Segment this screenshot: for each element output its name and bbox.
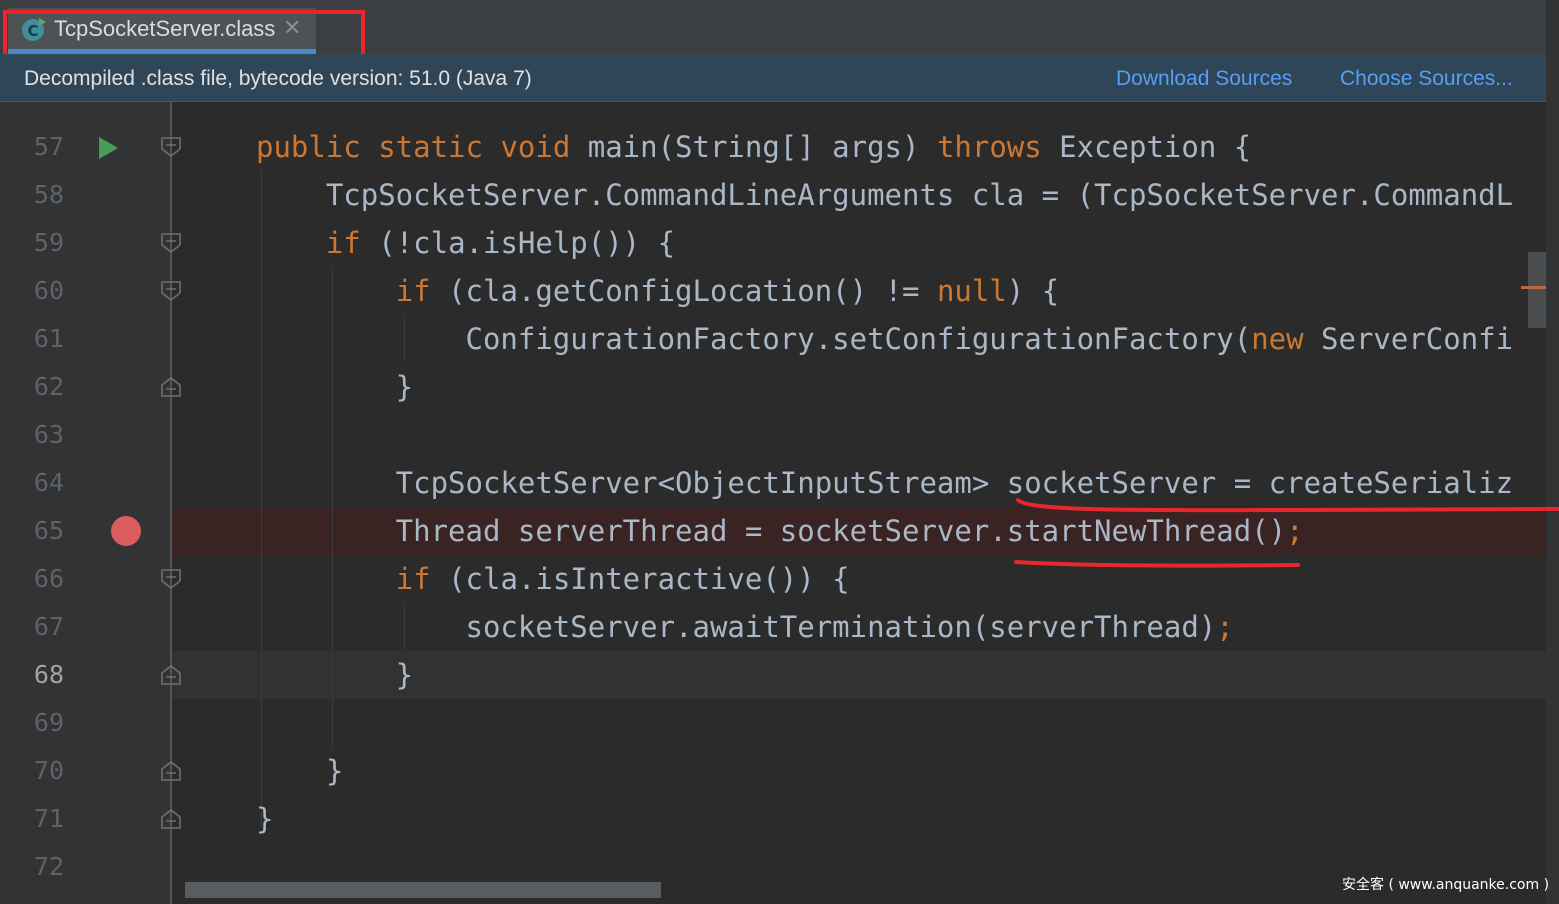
code-line[interactable]: Thread serverThread = socketServer.start… <box>256 507 1304 555</box>
code-token: main(String[] args) <box>587 130 937 164</box>
line-number[interactable]: 60 <box>0 267 64 315</box>
line-number[interactable]: 59 <box>0 219 64 267</box>
code-token: ) { <box>1006 274 1060 308</box>
fold-close-icon[interactable] <box>160 664 182 686</box>
code-line[interactable]: public static void main(String[] args) t… <box>256 123 1251 171</box>
keyword-token: ; <box>1216 610 1234 644</box>
horizontal-scrollbar-thumb[interactable] <box>185 882 661 898</box>
line-number[interactable]: 70 <box>0 747 64 795</box>
line-number[interactable]: 63 <box>0 411 64 459</box>
code-token: } <box>256 370 414 404</box>
choose-sources-link[interactable]: Choose Sources... <box>1340 62 1513 96</box>
fold-close-icon[interactable] <box>160 760 182 782</box>
keyword-token: static <box>378 130 501 164</box>
tab-bar-edge <box>1546 0 1559 54</box>
fold-open-icon[interactable] <box>160 232 182 254</box>
code-line[interactable]: } <box>256 747 343 795</box>
keyword-token: if <box>395 562 449 596</box>
code-token: TcpSocketServer.CommandLineArguments cla… <box>256 178 1514 212</box>
code-token: } <box>256 658 414 692</box>
breakpoint-icon[interactable] <box>111 516 141 546</box>
code-line[interactable]: ConfigurationFactory.setConfigurationFac… <box>256 315 1514 363</box>
line-number[interactable]: 62 <box>0 363 64 411</box>
line-number[interactable]: 57 <box>0 123 64 171</box>
keyword-token: if <box>325 226 379 260</box>
banner-message: Decompiled .class file, bytecode version… <box>24 67 532 90</box>
fold-open-icon[interactable] <box>160 136 182 158</box>
keyword-token: null <box>936 274 1007 308</box>
line-number[interactable]: 58 <box>0 171 64 219</box>
code-token: } <box>256 802 274 836</box>
ide-window: C TcpSocketServer.class ✕ Decompiled .cl… <box>0 0 1559 904</box>
java-class-icon: C <box>22 18 46 41</box>
line-number[interactable]: 66 <box>0 555 64 603</box>
close-icon[interactable]: ✕ <box>283 17 303 41</box>
code-line[interactable]: if (cla.isInteractive()) { <box>256 555 850 603</box>
code-line[interactable]: if (!cla.isHelp()) { <box>256 219 675 267</box>
code-line[interactable]: } <box>256 651 413 699</box>
error-stripe[interactable] <box>1546 54 1559 904</box>
tab-title[interactable]: TcpSocketServer.class <box>54 14 275 44</box>
keyword-token: new <box>1251 322 1322 356</box>
keyword-token: throws <box>936 130 1060 164</box>
keyword-token: ; <box>1286 514 1304 548</box>
code-line[interactable]: } <box>256 795 273 843</box>
fold-close-icon[interactable] <box>160 808 182 830</box>
code-token: (cla.isInteractive()) { <box>448 562 850 596</box>
code-line[interactable]: TcpSocketServer.CommandLineArguments cla… <box>256 171 1513 219</box>
code-token: ConfigurationFactory.setConfigurationFac… <box>256 322 1252 356</box>
keyword-token: void <box>500 130 588 164</box>
code-token: TcpSocketServer<ObjectInputStream> socke… <box>256 466 1514 500</box>
gutter-separator <box>170 102 172 904</box>
keyword-token: public <box>256 130 379 164</box>
code-token: Exception { <box>1059 130 1252 164</box>
line-number[interactable]: 68 <box>0 651 64 699</box>
code-line[interactable]: } <box>256 363 413 411</box>
code-token: socketServer.awaitTermination(serverThre… <box>256 610 1217 644</box>
decompiled-notice-banner: Decompiled .class file, bytecode version… <box>0 54 1546 102</box>
code-token: Thread serverThread = socketServer.start… <box>256 514 1287 548</box>
warning-marker[interactable] <box>1521 286 1546 289</box>
fold-open-icon[interactable] <box>160 568 182 590</box>
line-number[interactable]: 64 <box>0 459 64 507</box>
vertical-scrollbar-thumb[interactable] <box>1528 252 1546 328</box>
code-line[interactable]: if (cla.getConfigLocation() != null) { <box>256 267 1060 315</box>
run-icon[interactable] <box>96 136 120 160</box>
download-sources-link[interactable]: Download Sources <box>1116 62 1292 96</box>
svg-text:C: C <box>27 22 38 40</box>
line-number[interactable]: 61 <box>0 315 64 363</box>
code-token: } <box>256 754 344 788</box>
line-number[interactable]: 71 <box>0 795 64 843</box>
line-number[interactable]: 67 <box>0 603 64 651</box>
code-token: (cla.getConfigLocation() != <box>448 274 937 308</box>
keyword-token: if <box>395 274 449 308</box>
fold-close-icon[interactable] <box>160 376 182 398</box>
line-number[interactable]: 65 <box>0 507 64 555</box>
watermark: 安全客 ( www.anquanke.com ) <box>1342 877 1550 893</box>
code-line[interactable]: socketServer.awaitTermination(serverThre… <box>256 603 1234 651</box>
line-number[interactable]: 72 <box>0 843 64 891</box>
code-token: (!cla.isHelp()) { <box>378 226 676 260</box>
fold-open-icon[interactable] <box>160 280 182 302</box>
code-token: ServerConfi <box>1321 322 1514 356</box>
code-line[interactable]: TcpSocketServer<ObjectInputStream> socke… <box>256 459 1513 507</box>
line-number[interactable]: 69 <box>0 699 64 747</box>
